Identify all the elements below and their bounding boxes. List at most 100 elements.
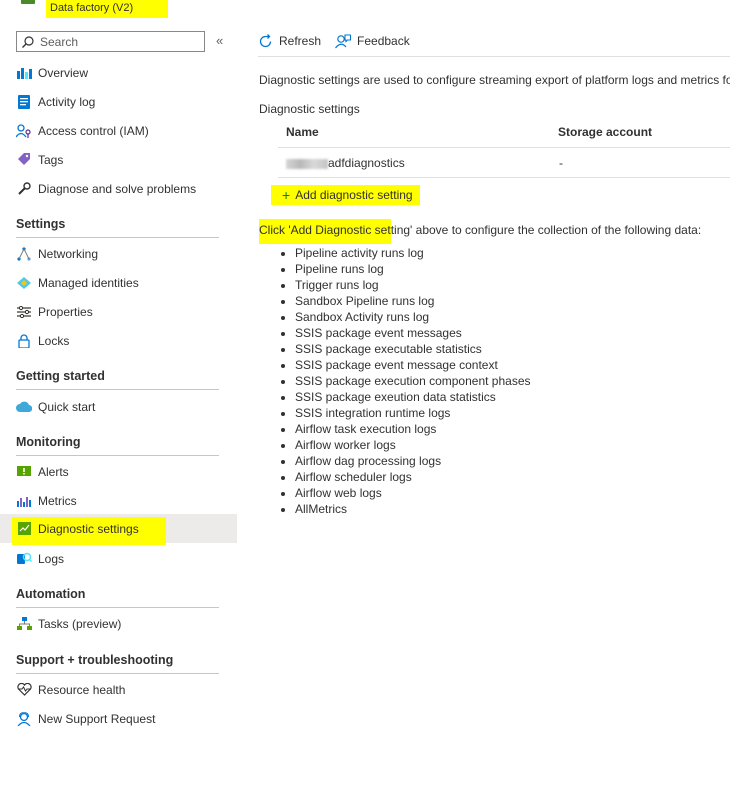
search-placeholder: Search	[40, 34, 79, 49]
sidebar-item-label: Networking	[38, 246, 99, 261]
sidebar-item-label: Diagnose and solve problems	[38, 181, 197, 196]
sidebar-item-access-control[interactable]: Access control (IAM)	[0, 116, 237, 145]
section-automation: Automation	[16, 587, 219, 608]
list-item: Pipeline activity runs log	[295, 245, 531, 261]
cloud-icon	[16, 399, 32, 415]
sidebar-item-label: Diagnostic settings	[38, 521, 139, 536]
list-item: SSIS integration runtime logs	[295, 405, 531, 421]
sidebar-item-new-support-request[interactable]: New Support Request	[0, 704, 237, 733]
list-item: Airflow web logs	[295, 485, 531, 501]
sidebar-item-label: Alerts	[38, 464, 69, 479]
row-divider	[278, 177, 730, 178]
sidebar-item-tags[interactable]: Tags	[0, 145, 237, 174]
sidebar-item-diagnostic-settings[interactable]: Diagnostic settings	[0, 514, 237, 545]
list-item: AllMetrics	[295, 501, 531, 517]
refresh-icon	[259, 33, 272, 47]
sidebar-item-locks[interactable]: Locks	[0, 326, 237, 355]
list-item: SSIS package executable statistics	[295, 341, 531, 357]
list-item: Airflow worker logs	[295, 437, 531, 453]
list-item: Airflow task execution logs	[295, 421, 531, 437]
sidebar-item-overview[interactable]: Overview	[0, 58, 237, 87]
command-bar: Refresh Feedback	[258, 30, 424, 52]
feedback-button[interactable]: Feedback	[335, 33, 410, 49]
toolbar-divider	[258, 56, 730, 57]
activity-log-icon	[16, 94, 32, 110]
refresh-button[interactable]: Refresh	[258, 33, 322, 49]
heart-icon	[16, 682, 32, 698]
sidebar-item-activity-log[interactable]: Activity log	[0, 87, 237, 116]
overview-icon	[16, 65, 32, 81]
list-item: SSIS package execution component phases	[295, 373, 531, 389]
sidebar-item-quick-start[interactable]: Quick start	[0, 392, 237, 421]
list-item: Airflow scheduler logs	[295, 469, 531, 485]
search-icon	[22, 35, 34, 48]
tag-icon	[16, 152, 32, 168]
list-item: SSIS package exeution data statistics	[295, 389, 531, 405]
collapse-sidebar-icon[interactable]: «	[216, 33, 223, 48]
sidebar-item-metrics[interactable]: Metrics	[0, 486, 237, 515]
sidebar-item-label: Managed identities	[38, 275, 139, 290]
list-item: Airflow dag processing logs	[295, 453, 531, 469]
data-factory-icon	[21, 0, 35, 4]
sidebar-item-label: New Support Request	[38, 711, 156, 726]
table-row[interactable]: adfdiagnostics -	[278, 148, 730, 177]
feedback-label: Feedback	[357, 34, 410, 48]
sidebar-item-label: Quick start	[38, 399, 96, 414]
sidebar-item-label: Locks	[38, 333, 70, 348]
list-item: Trigger runs log	[295, 277, 531, 293]
plus-icon: +	[282, 187, 291, 203]
iam-icon	[16, 123, 32, 139]
sidebar-item-label: Resource health	[38, 682, 126, 697]
search-input[interactable]: Search	[16, 31, 205, 52]
instruction-rest: ting' above to configure the collection …	[390, 223, 702, 237]
redacted-prefix	[286, 158, 328, 169]
tasks-icon	[16, 616, 32, 632]
sidebar-item-label: Access control (IAM)	[38, 123, 149, 138]
resource-type-label: Data factory (V2)	[46, 0, 168, 18]
sidebar-item-label: Activity log	[38, 94, 96, 109]
instruction-highlighted: Click 'Add Diagnostic set	[259, 219, 391, 244]
list-item: Pipeline runs log	[295, 261, 531, 277]
sidebar-item-logs[interactable]: Logs	[0, 544, 237, 573]
list-item: SSIS package event message context	[295, 357, 531, 373]
sidebar-item-alerts[interactable]: Alerts	[0, 457, 237, 486]
refresh-label: Refresh	[279, 34, 322, 48]
sidebar-item-label: Overview	[38, 65, 89, 80]
setting-name-cell[interactable]: adfdiagnostics	[286, 156, 405, 170]
sidebar-item-diagnose[interactable]: Diagnose and solve problems	[0, 174, 237, 203]
diagnostic-settings-icon	[16, 521, 32, 537]
sidebar-item-managed-identities[interactable]: Managed identities	[0, 268, 237, 297]
list-item: Sandbox Pipeline runs log	[295, 293, 531, 309]
section-monitoring: Monitoring	[16, 435, 219, 456]
wrench-icon	[16, 181, 32, 197]
diagnostic-settings-heading: Diagnostic settings	[259, 102, 360, 116]
sidebar-item-label: Tags	[38, 152, 64, 167]
add-diagnostic-setting-button[interactable]: + Add diagnostic setting	[271, 185, 420, 205]
column-header-name: Name	[286, 125, 319, 139]
sidebar-item-label: Tasks (preview)	[38, 616, 122, 631]
managed-identity-icon	[16, 275, 32, 291]
sidebar-item-label: Properties	[38, 304, 93, 319]
sidebar-item-resource-health[interactable]: Resource health	[0, 675, 237, 704]
sidebar-item-networking[interactable]: Networking	[0, 239, 237, 268]
storage-account-cell: -	[559, 156, 563, 170]
add-diagnostic-setting-label: Add diagnostic setting	[295, 188, 413, 202]
instruction-text: Click 'Add Diagnostic setting' above to …	[259, 219, 702, 244]
sidebar-item-properties[interactable]: Properties	[0, 297, 237, 326]
section-getting-started: Getting started	[16, 369, 219, 390]
section-support: Support + troubleshooting	[16, 653, 219, 674]
networking-icon	[16, 246, 32, 262]
metrics-icon	[16, 493, 32, 509]
section-settings: Settings	[16, 217, 219, 238]
list-item: Sandbox Activity runs log	[295, 309, 531, 325]
sidebar-item-tasks[interactable]: Tasks (preview)	[0, 609, 237, 638]
list-item: SSIS package event messages	[295, 325, 531, 341]
setting-name-suffix: adfdiagnostics	[328, 156, 405, 170]
support-person-icon	[16, 711, 32, 727]
column-header-storage-account: Storage account	[558, 125, 653, 139]
log-categories-list: Pipeline activity runs logPipeline runs …	[277, 245, 531, 517]
alert-icon	[16, 464, 32, 480]
lock-icon	[16, 333, 32, 349]
logs-icon	[16, 551, 32, 567]
sidebar-item-label: Metrics	[38, 493, 77, 508]
